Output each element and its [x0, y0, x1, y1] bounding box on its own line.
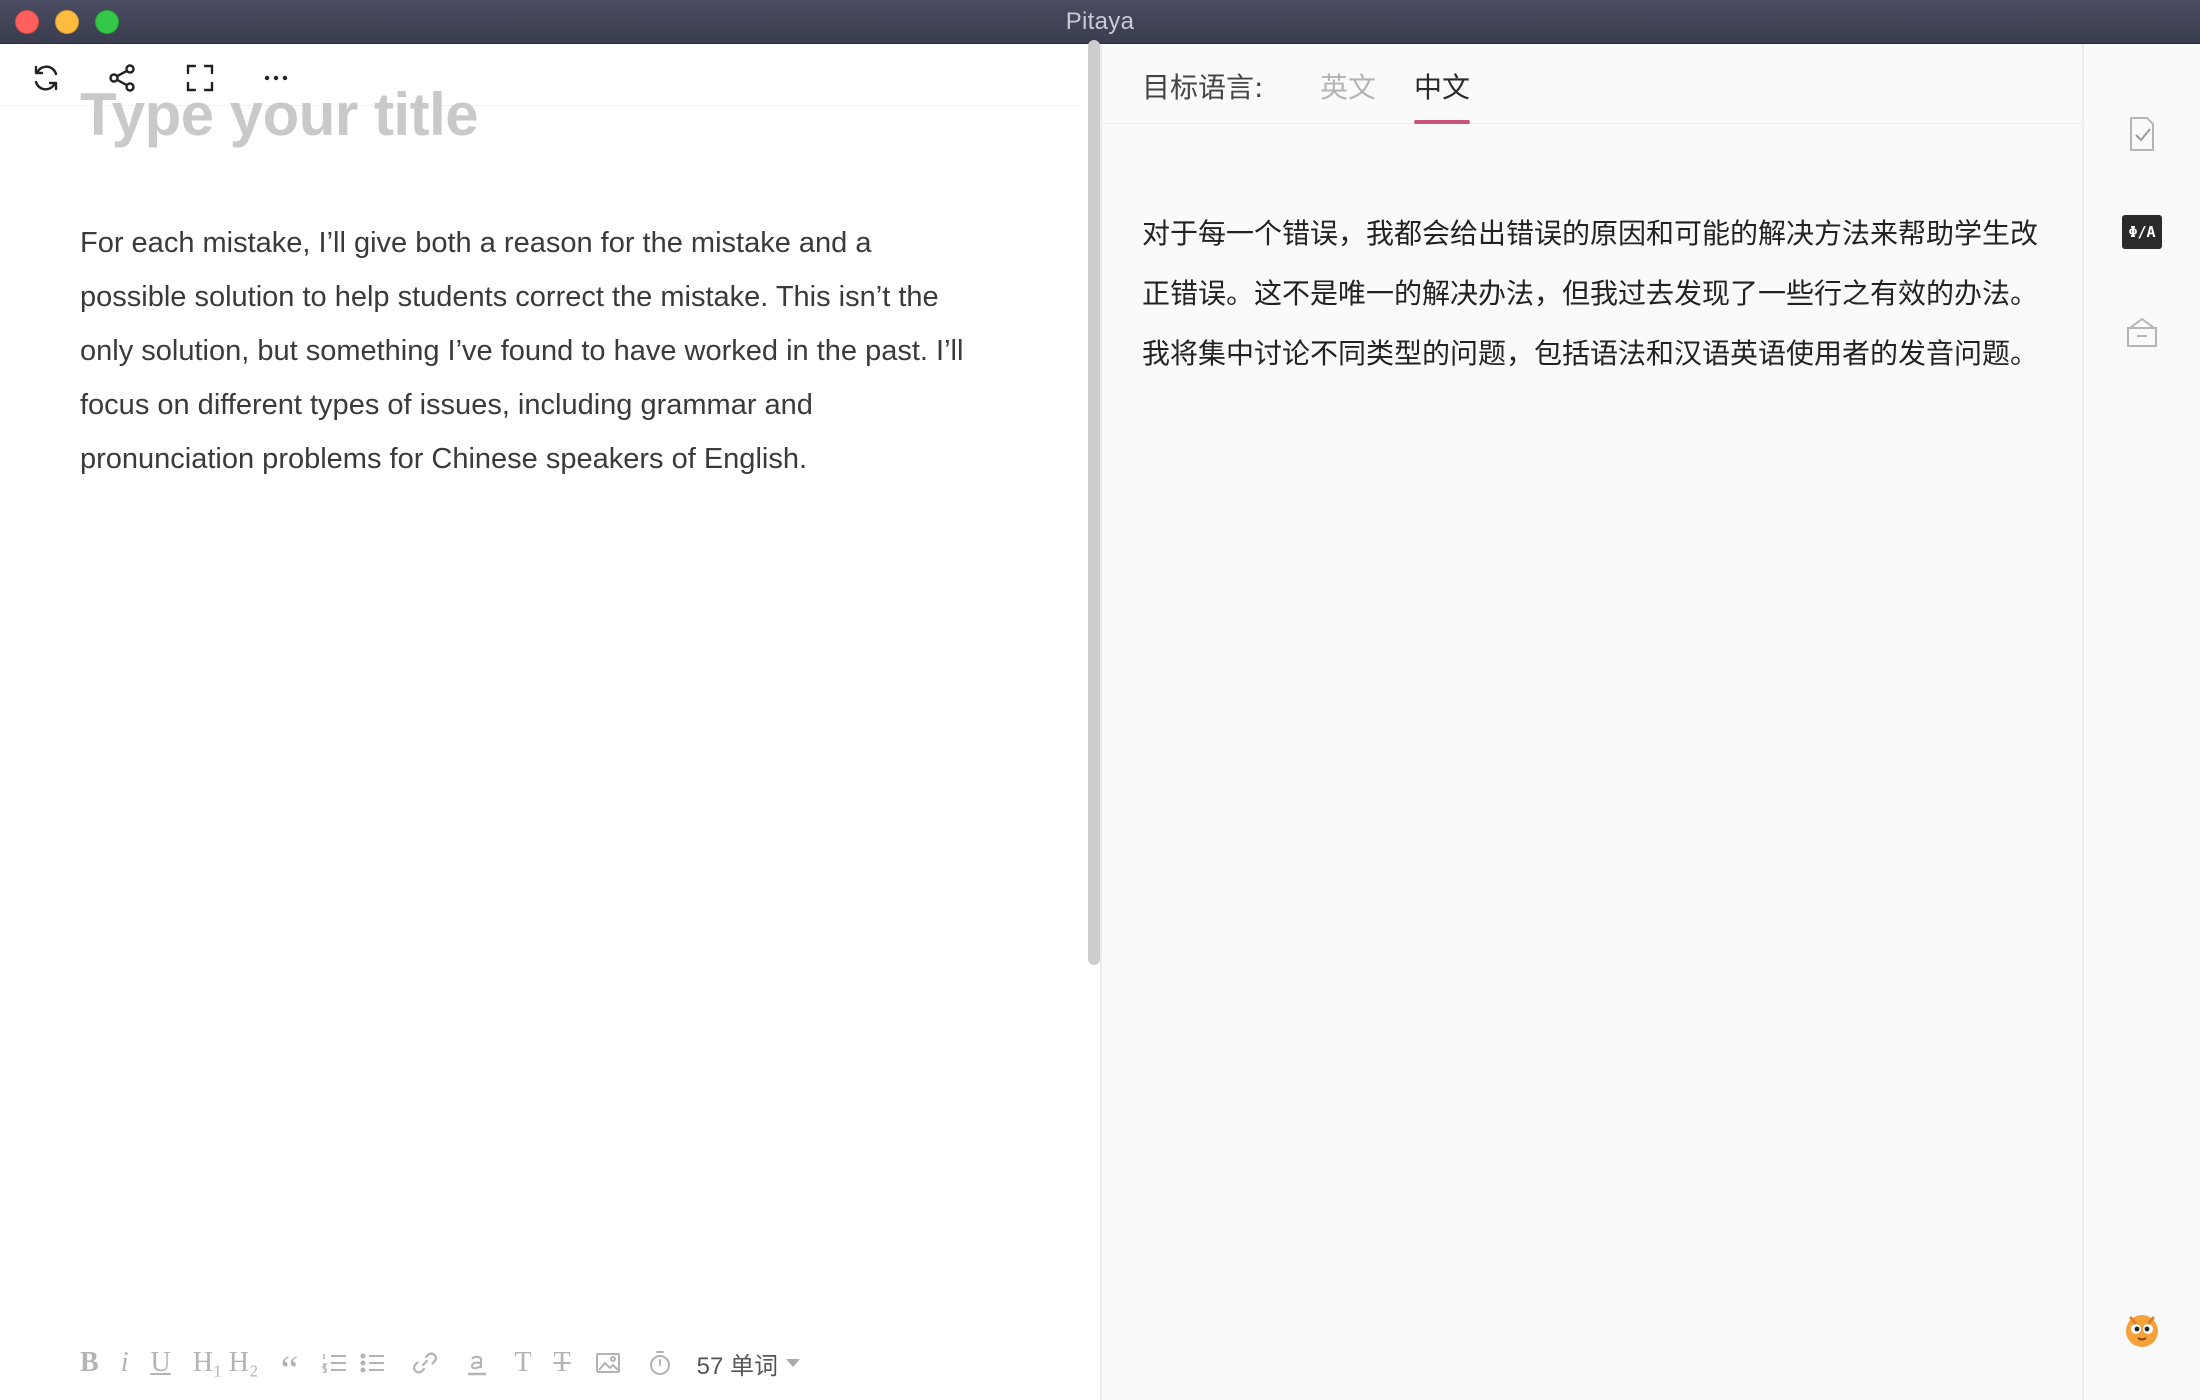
translate-icon: Φ/A: [2122, 215, 2162, 249]
image-icon: [595, 1353, 620, 1373]
italic-button[interactable]: i: [121, 1343, 129, 1383]
bold-button[interactable]: B: [80, 1343, 99, 1383]
text-color-icon: [468, 1355, 487, 1376]
translation-text: 对于每一个错误，我都会给出错误的原因和可能的解决方法来帮助学生改正错误。这不是唯…: [1142, 217, 2039, 370]
inbox-button[interactable]: [2122, 312, 2162, 352]
ordered-list-icon: [321, 1354, 347, 1373]
chevron-down-icon: [786, 1359, 801, 1367]
link-button[interactable]: [410, 1343, 440, 1383]
word-count-label: 57 单词: [696, 1352, 779, 1380]
quote-button[interactable]: “: [281, 1343, 299, 1392]
clear-format-button[interactable]: T: [554, 1343, 571, 1383]
link-icon: [413, 1352, 438, 1374]
title-bar: Pitaya: [0, 0, 2200, 44]
refresh-icon: [34, 65, 58, 91]
timer-icon: [649, 1351, 670, 1375]
grammar-check-button[interactable]: [2122, 114, 2162, 154]
tab-chinese[interactable]: 中文: [1414, 66, 1470, 106]
translation-pane: 目标语言: 英文 中文 对于每一个错误，我都会给出错误的原因和可能的解决方法来帮…: [1102, 44, 2082, 1400]
editor-scrollbar[interactable]: [1088, 40, 1100, 965]
word-count-dropdown[interactable]: 57 单词: [696, 1346, 801, 1381]
refresh-button[interactable]: [28, 60, 64, 96]
title-input[interactable]: Type your title: [80, 80, 479, 149]
window-title: Pitaya: [1065, 8, 1135, 35]
editor-text-area[interactable]: For each mistake, I’ll give both a reaso…: [80, 216, 980, 486]
translate-button[interactable]: Φ/A: [2122, 212, 2162, 252]
assistant-button[interactable]: [2122, 1310, 2162, 1350]
underline-button[interactable]: U: [150, 1343, 170, 1383]
image-button[interactable]: [593, 1343, 623, 1383]
heading2-button[interactable]: H₂: [229, 1343, 259, 1383]
format-toolbar: B i U H₁ H₂ “ T T 57 单词: [80, 1338, 801, 1392]
bullet-list-icon: [360, 1353, 385, 1373]
timer-button[interactable]: [645, 1343, 675, 1383]
editor-pane: Type your title For each mistake, I’ll g…: [0, 44, 1100, 1400]
heading1-button[interactable]: H₁: [193, 1343, 223, 1383]
active-tab-indicator: [1414, 120, 1470, 124]
bullet-list-button[interactable]: [358, 1343, 388, 1383]
text-color-button[interactable]: [462, 1343, 492, 1383]
right-sidebar: Φ/A: [2084, 44, 2200, 1400]
inbox-icon: [2127, 317, 2157, 347]
target-language-bar: 目标语言: 英文 中文: [1102, 44, 2082, 124]
ordered-list-button[interactable]: [320, 1343, 350, 1383]
check-document-icon: [2130, 117, 2154, 151]
mascot-icon: [2126, 1315, 2158, 1347]
tab-english[interactable]: 英文: [1320, 66, 1376, 106]
text-style-button[interactable]: T: [514, 1343, 531, 1383]
target-language-label: 目标语言:: [1142, 71, 1264, 104]
